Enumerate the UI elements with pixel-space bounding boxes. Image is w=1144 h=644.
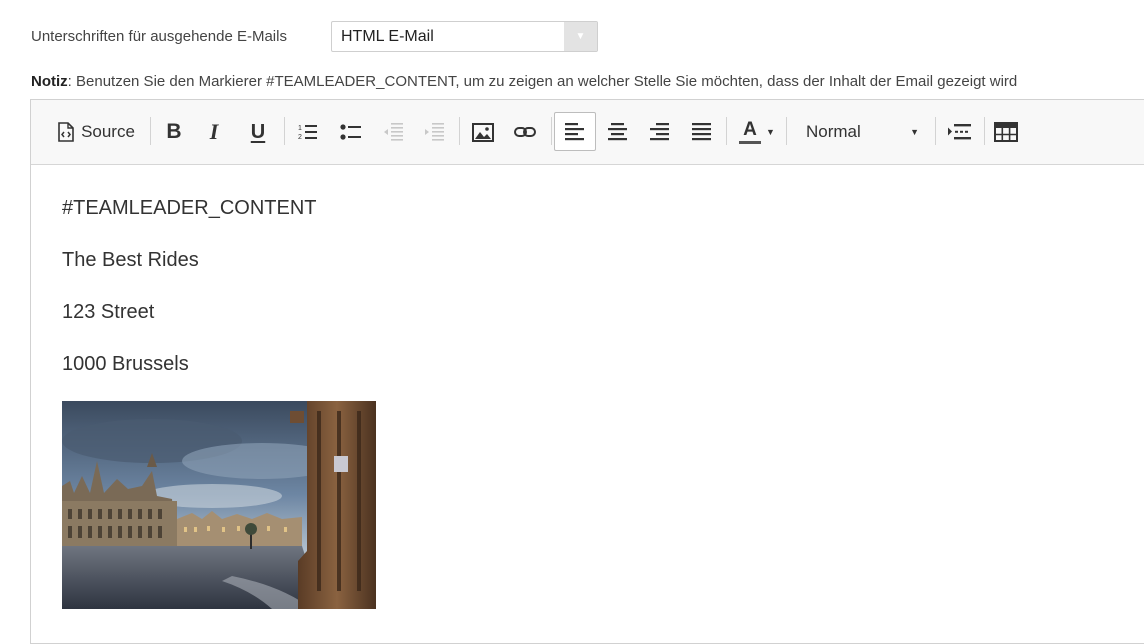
paragraph-format-dropdown[interactable]: Normal ▼ (795, 113, 925, 151)
toolbar-divider (150, 117, 151, 145)
signature-image[interactable] (62, 401, 376, 609)
image-icon (472, 122, 494, 142)
align-left-button[interactable] (554, 112, 596, 151)
toolbar-divider (786, 117, 787, 145)
signature-label: Unterschriften für ausgehende E-Mails (31, 28, 287, 45)
underline-button[interactable]: U (243, 113, 273, 151)
numbered-list-button[interactable]: 1 2 (293, 113, 323, 151)
text-color-label: A (743, 118, 757, 140)
numbered-list-icon: 1 2 (298, 125, 317, 141)
content-paragraph[interactable]: 123 Street (62, 301, 1118, 323)
bulleted-list-icon (340, 124, 361, 140)
editor-content[interactable]: #TEAMLEADER_CONTENT The Best Rides 123 S… (31, 165, 1144, 641)
insert-link-button[interactable] (510, 113, 540, 151)
bulleted-list-button[interactable] (336, 113, 366, 151)
source-button[interactable]: Source (53, 113, 139, 151)
content-paragraph[interactable]: The Best Rides (62, 249, 1118, 271)
content-paragraph[interactable]: 1000 Brussels (62, 353, 1118, 375)
toolbar-divider (459, 117, 460, 145)
align-center-icon (608, 123, 627, 141)
chevron-down-icon[interactable]: ▼ (564, 22, 597, 51)
align-left-icon (565, 122, 584, 140)
insert-table-button[interactable] (991, 113, 1021, 151)
rich-text-editor: Source B I U 1 2 A ▼ Normal ▼ #TEAMLEADE… (30, 99, 1144, 644)
signature-type-value: HTML E-Mail (341, 27, 434, 45)
note-label: Notiz (31, 73, 68, 90)
align-justify-icon (692, 123, 711, 141)
italic-button[interactable]: I (199, 113, 229, 151)
caret-down-icon: ▼ (766, 127, 775, 137)
align-justify-button[interactable] (687, 113, 717, 151)
content-paragraph[interactable]: #TEAMLEADER_CONTENT (62, 197, 1118, 219)
svg-text:2: 2 (298, 134, 302, 141)
toolbar-divider (551, 117, 552, 145)
outdent-button[interactable] (378, 113, 408, 151)
caret-down-icon: ▼ (910, 127, 919, 137)
align-center-button[interactable] (603, 113, 633, 151)
align-right-icon (650, 123, 669, 141)
indent-icon (425, 123, 444, 141)
insert-image-button[interactable] (468, 113, 498, 151)
indent-button[interactable] (419, 113, 449, 151)
svg-text:1: 1 (298, 125, 302, 132)
editor-toolbar: Source B I U 1 2 A ▼ Normal ▼ (31, 100, 1144, 165)
bold-button[interactable]: B (159, 113, 189, 151)
note-body: : Benutzen Sie den Markierer #TEAMLEADER… (67, 73, 1018, 90)
separator-icon (948, 124, 971, 140)
note-text: Notiz: Benutzen Sie den Markierer #TEAML… (31, 73, 1017, 90)
outdent-icon (384, 123, 403, 141)
toolbar-divider (935, 117, 936, 145)
toolbar-divider (984, 117, 985, 145)
toolbar-divider (726, 117, 727, 145)
text-color-bar (739, 140, 762, 144)
signature-row: Unterschriften für ausgehende E-Mails HT… (31, 20, 598, 53)
table-icon (994, 122, 1018, 142)
text-color-button[interactable]: A ▼ (735, 113, 779, 151)
source-icon (58, 122, 74, 142)
insert-separator-button[interactable] (945, 113, 975, 151)
paragraph-format-value: Normal (806, 122, 861, 141)
align-right-button[interactable] (645, 113, 675, 151)
signature-type-select[interactable]: HTML E-Mail ▼ (331, 21, 598, 52)
link-icon (514, 127, 536, 137)
toolbar-divider (284, 117, 285, 145)
source-label: Source (81, 122, 135, 141)
text-color-swatch: A (739, 118, 762, 144)
